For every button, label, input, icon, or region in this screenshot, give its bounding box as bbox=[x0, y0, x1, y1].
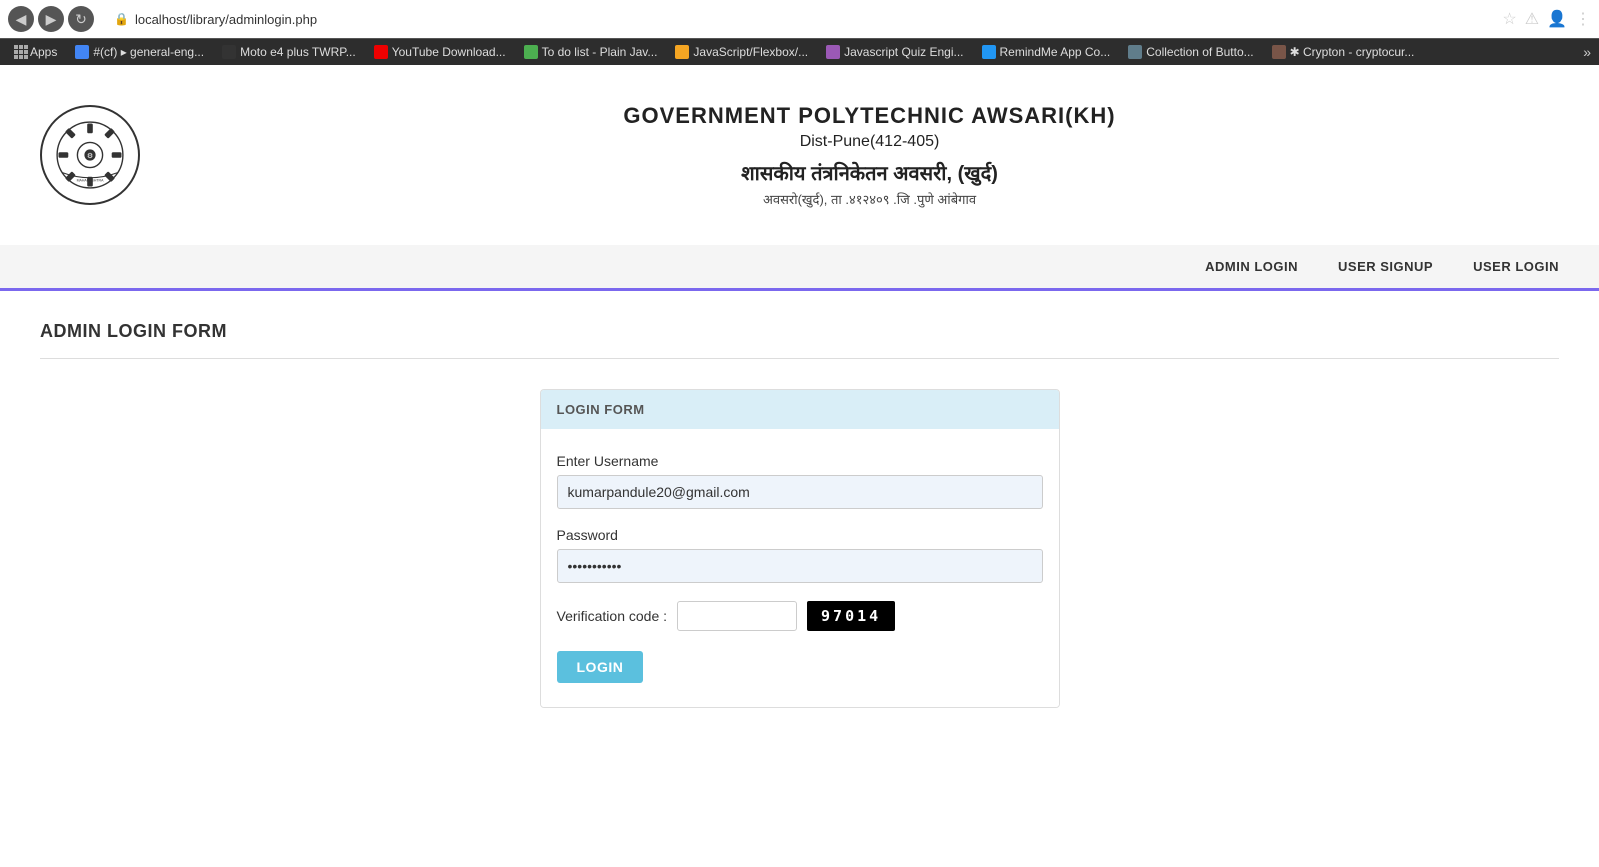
account-icon[interactable]: 👤 bbox=[1547, 9, 1567, 29]
verification-input[interactable] bbox=[677, 601, 797, 631]
verification-row: Verification code : 97014 bbox=[557, 601, 1043, 631]
nav-buttons: ◀ ▶ ↻ bbox=[8, 6, 94, 32]
bm9-icon bbox=[1272, 45, 1286, 59]
password-label: Password bbox=[557, 527, 1043, 543]
bm1-icon bbox=[75, 45, 89, 59]
browser-toolbar: ◀ ▶ ↻ 🔒 localhost/library/adminlogin.php… bbox=[0, 0, 1599, 38]
toolbar-right: ☆ ⚠ 👤 ⋮ bbox=[1502, 9, 1591, 29]
page-content: ⚙ MAHARASHTRA GOVERNMENT POLYTECHNIC AWS… bbox=[0, 65, 1599, 852]
bm3-label: YouTube Download... bbox=[392, 45, 506, 59]
header-text: GOVERNMENT POLYTECHNIC AWSARI(KH) Dist-P… bbox=[180, 103, 1559, 208]
bookmark-bm3[interactable]: YouTube Download... bbox=[368, 43, 512, 61]
bookmark-bm1[interactable]: #(cf) ▸ general-eng... bbox=[69, 43, 210, 61]
nav-bar: ADMIN LOGIN USER SIGNUP USER LOGIN bbox=[0, 245, 1599, 291]
bookmark-bm7[interactable]: RemindMe App Co... bbox=[976, 43, 1117, 61]
address-bar[interactable]: 🔒 localhost/library/adminlogin.php bbox=[102, 8, 1494, 31]
nav-admin-login[interactable]: ADMIN LOGIN bbox=[1205, 259, 1298, 274]
bookmark-bm8[interactable]: Collection of Butto... bbox=[1122, 43, 1259, 61]
username-group: Enter Username bbox=[557, 453, 1043, 509]
nav-user-signup[interactable]: USER SIGNUP bbox=[1338, 259, 1433, 274]
bookmarks-bar: Apps #(cf) ▸ general-eng... Moto e4 plus… bbox=[0, 38, 1599, 65]
nav-links: ADMIN LOGIN USER SIGNUP USER LOGIN bbox=[1205, 259, 1559, 274]
bm4-label: To do list - Plain Jav... bbox=[542, 45, 658, 59]
logo-area: ⚙ MAHARASHTRA bbox=[40, 105, 140, 205]
institution-name: GOVERNMENT POLYTECHNIC AWSARI(KH) bbox=[180, 103, 1559, 129]
bookmark-bm2[interactable]: Moto e4 plus TWRP... bbox=[216, 43, 362, 61]
bm3-icon bbox=[374, 45, 388, 59]
site-header: ⚙ MAHARASHTRA GOVERNMENT POLYTECHNIC AWS… bbox=[0, 65, 1599, 245]
page-body: ADMIN LOGIN FORM LOGIN FORM Enter Userna… bbox=[0, 291, 1599, 738]
refresh-button[interactable]: ↻ bbox=[68, 6, 94, 32]
bm6-icon bbox=[826, 45, 840, 59]
back-button[interactable]: ◀ bbox=[8, 6, 34, 32]
username-input[interactable] bbox=[557, 475, 1043, 509]
star-icon[interactable]: ☆ bbox=[1502, 9, 1516, 29]
page-title: ADMIN LOGIN FORM bbox=[40, 321, 1559, 342]
apps-label: Apps bbox=[30, 45, 57, 59]
login-card: LOGIN FORM Enter Username Password Verif… bbox=[540, 389, 1060, 708]
bm6-label: Javascript Quiz Engi... bbox=[844, 45, 963, 59]
bm8-label: Collection of Butto... bbox=[1146, 45, 1253, 59]
bookmark-bm6[interactable]: Javascript Quiz Engi... bbox=[820, 43, 969, 61]
password-group: Password bbox=[557, 527, 1043, 583]
bm1-label: #(cf) ▸ general-eng... bbox=[93, 45, 204, 59]
password-input[interactable] bbox=[557, 549, 1043, 583]
captcha-display: 97014 bbox=[807, 601, 895, 631]
apps-grid-icon bbox=[14, 45, 28, 59]
bookmarks-more-button[interactable]: » bbox=[1583, 44, 1591, 60]
login-card-header: LOGIN FORM bbox=[541, 390, 1059, 429]
profile-icon[interactable]: ⚠ bbox=[1525, 9, 1539, 29]
bm2-label: Moto e4 plus TWRP... bbox=[240, 45, 356, 59]
url-text: localhost/library/adminlogin.php bbox=[135, 12, 1482, 27]
verification-label: Verification code : bbox=[557, 608, 668, 624]
bm2-icon bbox=[222, 45, 236, 59]
bookmark-bm9[interactable]: ✱ Crypton - cryptocur... bbox=[1266, 43, 1421, 61]
district-text: Dist-Pune(412-405) bbox=[180, 133, 1559, 151]
bm7-icon bbox=[982, 45, 996, 59]
bm4-icon bbox=[524, 45, 538, 59]
bookmark-bm5[interactable]: JavaScript/Flexbox/... bbox=[669, 43, 814, 61]
bm7-label: RemindMe App Co... bbox=[1000, 45, 1111, 59]
bm5-label: JavaScript/Flexbox/... bbox=[693, 45, 808, 59]
bm5-icon bbox=[675, 45, 689, 59]
institution-logo: ⚙ MAHARASHTRA bbox=[40, 105, 140, 205]
marathi-name: शासकीय तंत्रनिकेतन अवसरी, (खुर्द) bbox=[180, 159, 1559, 186]
forward-button[interactable]: ▶ bbox=[38, 6, 64, 32]
username-label: Enter Username bbox=[557, 453, 1043, 469]
svg-text:MAHARASHTRA: MAHARASHTRA bbox=[77, 179, 105, 183]
apps-bookmark[interactable]: Apps bbox=[8, 43, 63, 61]
lock-icon: 🔒 bbox=[114, 12, 129, 26]
title-divider bbox=[40, 358, 1559, 359]
login-button[interactable]: LOGIN bbox=[557, 651, 644, 683]
browser-chrome: ◀ ▶ ↻ 🔒 localhost/library/adminlogin.php… bbox=[0, 0, 1599, 65]
bookmark-bm4[interactable]: To do list - Plain Jav... bbox=[518, 43, 664, 61]
marathi-address: अवसरो(खुर्द), ता .४१२४०९ .जि .पुणे आंबेग… bbox=[180, 190, 1559, 208]
menu-icon[interactable]: ⋮ bbox=[1575, 9, 1591, 29]
bm8-icon bbox=[1128, 45, 1142, 59]
bm9-label: ✱ Crypton - cryptocur... bbox=[1290, 45, 1415, 59]
svg-text:⚙: ⚙ bbox=[87, 152, 93, 160]
nav-user-login[interactable]: USER LOGIN bbox=[1473, 259, 1559, 274]
login-card-body: Enter Username Password Verification cod… bbox=[541, 429, 1059, 707]
